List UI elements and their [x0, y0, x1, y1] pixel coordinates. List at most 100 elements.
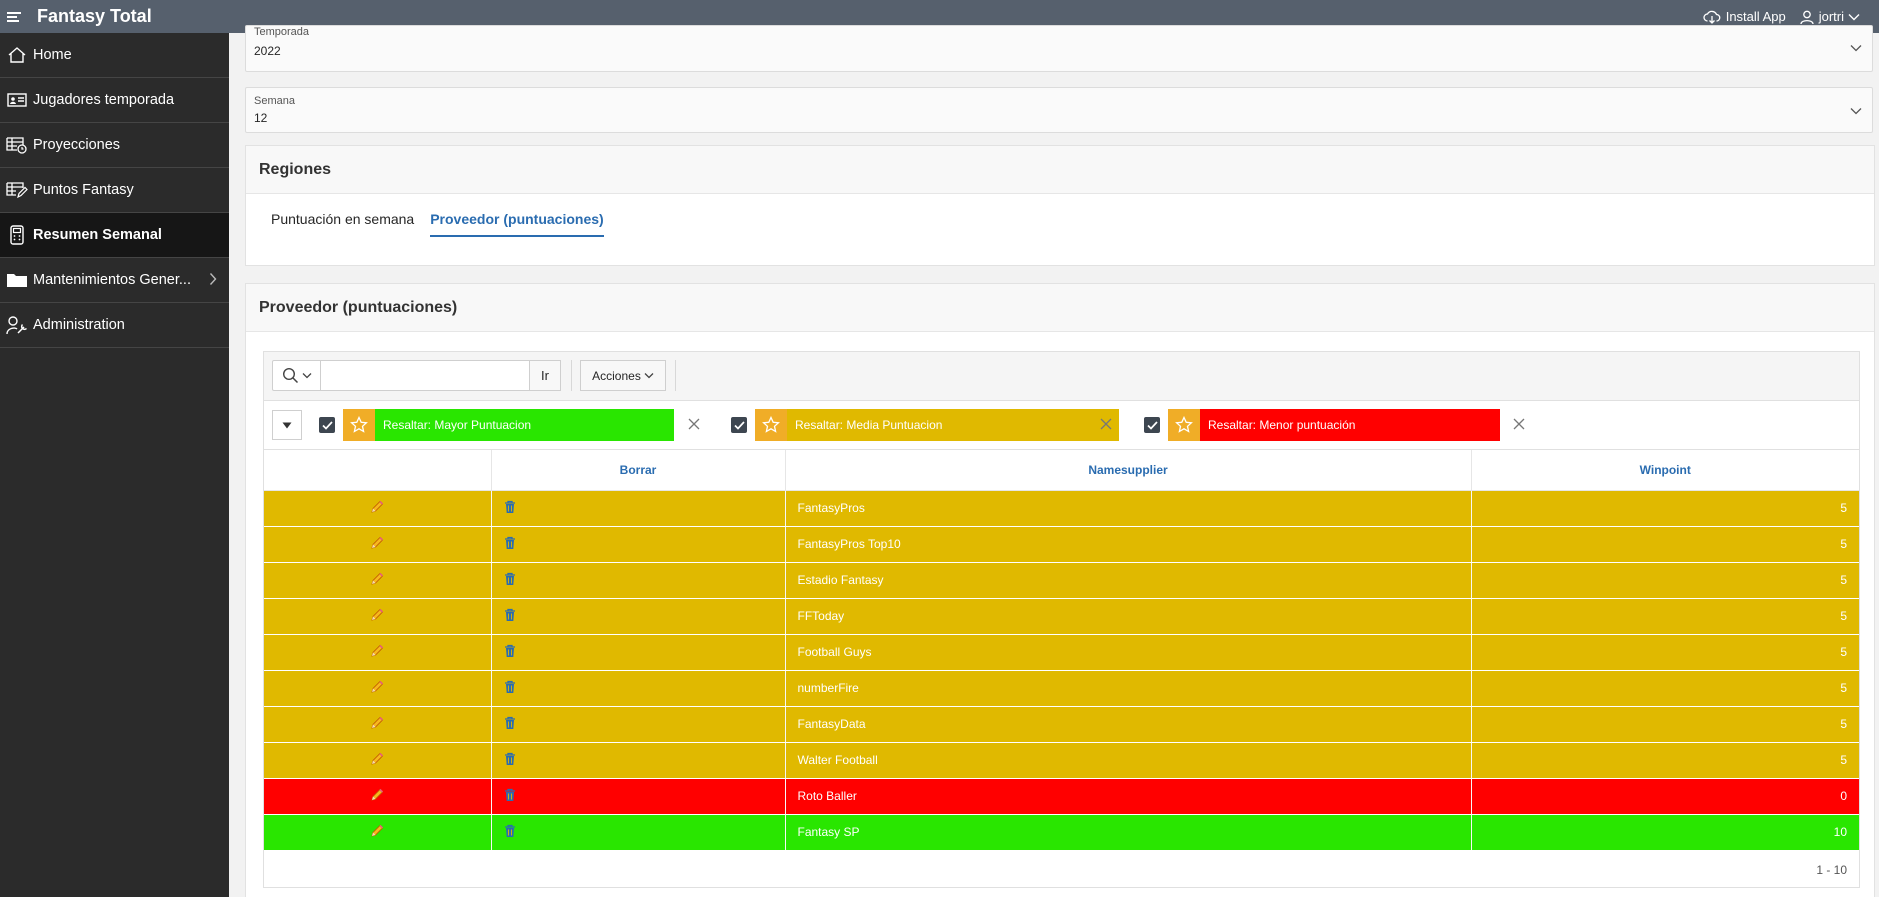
- sidebar-item-label: Resumen Semanal: [33, 227, 162, 243]
- search-input[interactable]: [320, 360, 530, 391]
- filter-enable-checkbox[interactable]: [1144, 417, 1160, 433]
- delete-cell: [491, 490, 786, 527]
- trash-icon[interactable]: [504, 608, 516, 622]
- sidebar-item-resumen-semanal[interactable]: Resumen Semanal: [0, 213, 229, 258]
- semana-select[interactable]: Semana 12: [245, 87, 1873, 133]
- user-menu[interactable]: jortri: [1800, 9, 1865, 24]
- star-icon: [343, 409, 375, 441]
- report-table: Borrar Namesupplier Winpoint FantasyPros…: [264, 450, 1859, 851]
- sidebar-item-puntos-fantasy[interactable]: Puntos Fantasy: [0, 168, 229, 213]
- app-title[interactable]: Fantasy Total: [37, 6, 152, 27]
- pencil-icon[interactable]: [370, 500, 384, 514]
- filter-highlight-mayor[interactable]: Resaltar: Mayor Puntuacion: [375, 409, 674, 441]
- temporada-select[interactable]: Temporada 2022: [245, 25, 1873, 72]
- star-icon: [1168, 409, 1200, 441]
- caret-down-icon: [282, 422, 292, 428]
- menu-icon[interactable]: [0, 0, 28, 33]
- table-row: Walter Football 5: [264, 742, 1859, 779]
- close-icon[interactable]: [685, 415, 703, 433]
- filter-enable-checkbox[interactable]: [319, 417, 335, 433]
- filter-enable-checkbox[interactable]: [731, 417, 747, 433]
- winpoint-cell: 10: [1471, 814, 1859, 851]
- pencil-icon[interactable]: [370, 680, 384, 694]
- sidebar-item-proyecciones[interactable]: Proyecciones: [0, 123, 229, 168]
- column-header-borrar[interactable]: Borrar: [491, 450, 786, 491]
- trash-icon[interactable]: [504, 752, 516, 766]
- sidebar-item-mantenimientos[interactable]: Mantenimientos Gener...: [0, 258, 229, 303]
- delete-cell: [491, 634, 786, 671]
- user-name: jortri: [1818, 9, 1844, 24]
- pencil-icon[interactable]: [370, 824, 384, 838]
- delete-cell: [491, 598, 786, 635]
- filter-highlight-menor[interactable]: Resaltar: Menor puntuación: [1200, 409, 1500, 441]
- winpoint-cell: 5: [1471, 706, 1859, 743]
- check-icon: [733, 420, 745, 430]
- user-icon: [1800, 10, 1814, 24]
- sidebar-item-jugadores-temporada[interactable]: Jugadores temporada: [0, 78, 229, 123]
- actions-label: Acciones: [592, 368, 641, 383]
- pencil-icon[interactable]: [370, 752, 384, 766]
- column-header-edit: [264, 450, 492, 491]
- semana-value: 12: [254, 111, 268, 125]
- filter-highlight-media[interactable]: Resaltar: Media Puntuacion: [787, 409, 1119, 441]
- edit-cell: [264, 706, 492, 743]
- namesupplier-cell: FFToday: [785, 598, 1472, 635]
- chevron-down-icon: [302, 373, 311, 379]
- winpoint-cell: 5: [1471, 526, 1859, 563]
- report-toolbar: Ir Acciones: [264, 352, 1859, 401]
- pencil-icon[interactable]: [370, 572, 384, 586]
- go-button[interactable]: Ir: [529, 360, 561, 391]
- trash-icon[interactable]: [504, 824, 516, 838]
- trash-icon[interactable]: [504, 788, 516, 802]
- sidebar-item-label: Proyecciones: [33, 137, 121, 153]
- check-icon: [1146, 420, 1158, 430]
- namesupplier-cell: FantasyPros: [785, 490, 1472, 527]
- main-content: Temporada 2022 Semana 12 Regiones Puntua…: [229, 25, 1879, 897]
- tab-proveedor-puntuaciones[interactable]: Proveedor (puntuaciones): [430, 211, 604, 237]
- pencil-icon[interactable]: [370, 716, 384, 730]
- winpoint-cell: 5: [1471, 670, 1859, 707]
- star-icon: [755, 409, 787, 441]
- close-icon[interactable]: [1097, 415, 1115, 433]
- winpoint-cell: 5: [1471, 562, 1859, 599]
- sidebar-item-administration[interactable]: Administration: [0, 303, 229, 348]
- search-column-button[interactable]: [272, 360, 321, 391]
- install-app-label: Install App: [1725, 9, 1786, 24]
- close-icon[interactable]: [1510, 415, 1528, 433]
- namesupplier-cell: FantasyData: [785, 706, 1472, 743]
- trash-icon[interactable]: [504, 572, 516, 586]
- edit-cell: [264, 778, 492, 815]
- namesupplier-cell: numberFire: [785, 670, 1472, 707]
- chevron-right-icon[interactable]: [209, 272, 217, 286]
- trash-icon[interactable]: [504, 680, 516, 694]
- pencil-icon[interactable]: [370, 788, 384, 802]
- collapse-filters-button[interactable]: [272, 410, 302, 440]
- pencil-icon[interactable]: [370, 608, 384, 622]
- trash-icon[interactable]: [504, 500, 516, 514]
- sidebar-item-home[interactable]: Home: [0, 33, 229, 78]
- tab-puntuacion-en-semana[interactable]: Puntuación en semana: [271, 211, 414, 237]
- report-filters: Resaltar: Mayor Puntuacion Resaltar: Med…: [264, 401, 1859, 450]
- pencil-icon[interactable]: [370, 536, 384, 550]
- trash-icon[interactable]: [504, 644, 516, 658]
- pencil-icon[interactable]: [370, 644, 384, 658]
- regiones-tabs: Puntuación en semana Proveedor (puntuaci…: [271, 211, 620, 237]
- column-header-winpoint[interactable]: Winpoint: [1471, 450, 1859, 491]
- edit-cell: [264, 634, 492, 671]
- id-card-icon: [0, 92, 33, 108]
- chevron-down-icon: [644, 373, 654, 379]
- install-app-button[interactable]: Install App: [1703, 9, 1786, 24]
- home-icon: [0, 46, 33, 64]
- column-header-namesupplier[interactable]: Namesupplier: [785, 450, 1472, 491]
- cloud-download-icon: [1703, 10, 1721, 24]
- trash-icon[interactable]: [504, 536, 516, 550]
- namesupplier-cell: FantasyPros Top10: [785, 526, 1472, 563]
- edit-cell: [264, 670, 492, 707]
- edit-cell: [264, 598, 492, 635]
- actions-menu-button[interactable]: Acciones: [580, 360, 666, 391]
- table-row: FantasyPros 5: [264, 490, 1859, 527]
- trash-icon[interactable]: [504, 716, 516, 730]
- delete-cell: [491, 814, 786, 851]
- toolbar-divider: [571, 360, 572, 391]
- sidebar-nav: Home Jugadores temporada Proyecciones Pu…: [0, 33, 229, 897]
